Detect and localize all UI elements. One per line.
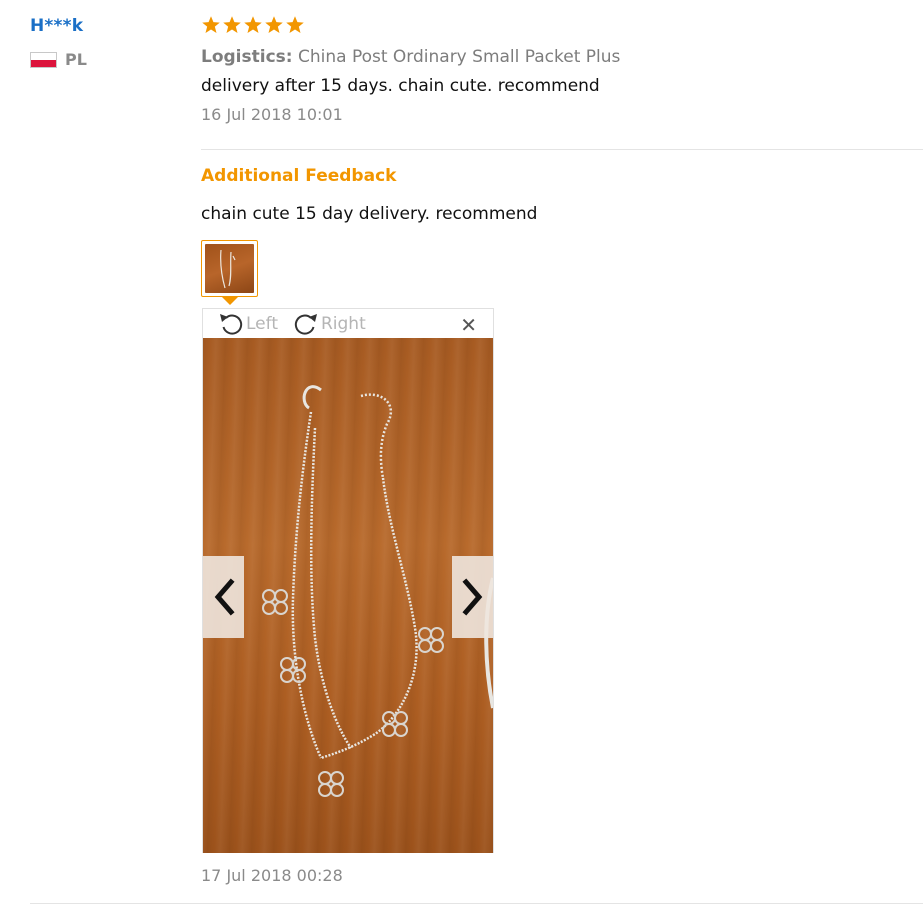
divider: [201, 149, 923, 150]
rotate-right-icon: [294, 313, 317, 335]
rotate-right-button[interactable]: Right: [290, 311, 366, 337]
reviewer-country: PL: [30, 50, 180, 69]
next-photo-button[interactable]: [452, 556, 493, 638]
rotate-left-icon: [220, 313, 243, 335]
review-photo: [203, 338, 493, 853]
photo-viewer: Left Right ✕: [202, 308, 494, 853]
review-date: 16 Jul 2018 10:01: [201, 105, 343, 124]
star-icon: [265, 16, 283, 33]
star-rating: [201, 15, 923, 39]
logistics-value: China Post Ordinary Small Packet Plus: [297, 47, 621, 67]
star-icon: [286, 16, 304, 33]
close-icon[interactable]: ✕: [460, 315, 477, 335]
additional-feedback-text: chain cute 15 day delivery. recommend: [201, 204, 538, 224]
thumbnail-image: [205, 244, 254, 293]
country-code: PL: [65, 50, 87, 69]
chevron-left-icon: [214, 578, 235, 616]
additional-feedback-date: 17 Jul 2018 00:28: [201, 866, 343, 885]
photo-thumbnail[interactable]: [201, 240, 258, 297]
additional-feedback-title: Additional Feedback: [201, 166, 397, 186]
logistics-line: Logistics: China Post Ordinary Small Pac…: [201, 47, 923, 67]
thumbnail-pointer: [222, 297, 238, 305]
chevron-right-icon: [461, 578, 482, 616]
anklet-photo-image: [262, 385, 493, 797]
poland-flag-icon: [30, 51, 57, 68]
divider-bottom: [30, 903, 923, 904]
review-main: Logistics: China Post Ordinary Small Pac…: [201, 15, 923, 124]
rotate-left-label: Left: [246, 313, 278, 334]
viewer-toolbar: Left Right ✕: [203, 309, 493, 338]
rotate-right-label: Right: [320, 313, 366, 334]
star-icon: [202, 16, 220, 33]
reviewer-name: H***k: [30, 16, 84, 36]
star-icon: [223, 16, 241, 33]
review-text: delivery after 15 days. chain cute. reco…: [201, 76, 600, 96]
previous-photo-button[interactable]: [203, 556, 244, 638]
logistics-label: Logistics:: [201, 47, 293, 67]
reviewer-info: H***k PL: [30, 16, 180, 69]
star-icon: [244, 16, 262, 33]
rotate-left-button[interactable]: Left: [217, 311, 278, 337]
